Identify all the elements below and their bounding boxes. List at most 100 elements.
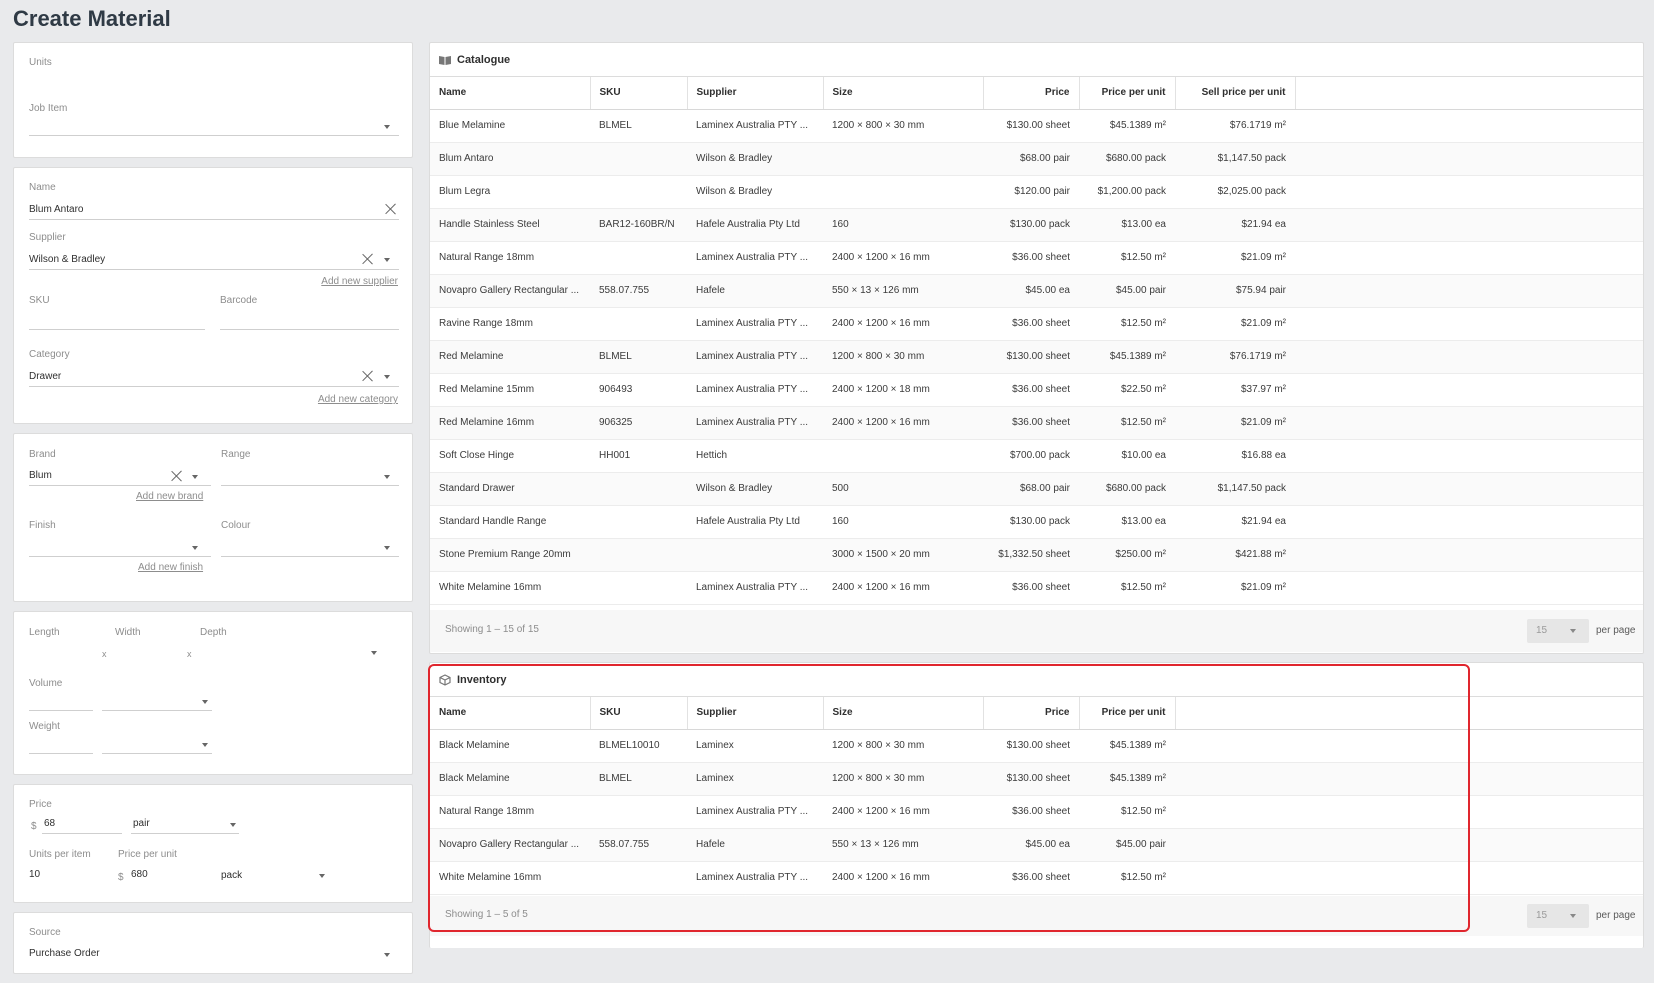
units-per-item-input[interactable]: 10: [29, 869, 40, 880]
table-row[interactable]: White Melamine 16mm Laminex Australia PTY…: [430, 571, 1643, 605]
column-header[interactable]: Size: [823, 77, 984, 110]
table-row[interactable]: Novapro Gallery Rectangular ... 558.07.75…: [430, 828, 1643, 862]
table-cell: Red Melamine: [430, 340, 590, 374]
table-cell: Blum Legra: [430, 175, 590, 209]
finish-select[interactable]: [29, 556, 211, 557]
job-item-select[interactable]: [29, 135, 399, 136]
table-cell: $13.00 ea: [1079, 208, 1175, 242]
table-row[interactable]: Soft Close Hinge HH001 Hettich $700.00 pack…: [430, 439, 1643, 473]
table-row[interactable]: Stone Premium Range 20mm 3000 × 1500 × 20…: [430, 538, 1643, 572]
name-input[interactable]: Blum Antaro: [29, 204, 83, 215]
clear-category-icon[interactable]: [362, 370, 374, 382]
range-select[interactable]: [221, 485, 399, 486]
column-header[interactable]: Sell price per unit: [1175, 77, 1296, 110]
table-cell: $75.94 pair: [1175, 274, 1295, 308]
category-select[interactable]: Drawer: [29, 371, 61, 382]
table-row[interactable]: Standard Handle Range Hafele Australia Pt…: [430, 505, 1643, 539]
table-cell: $680.00 pack: [1079, 472, 1175, 506]
per-page-select[interactable]: 15: [1527, 904, 1589, 928]
table-row[interactable]: Handle Stainless Steel BAR12-160BR/N Hafel…: [430, 208, 1643, 242]
table-cell: [823, 175, 983, 209]
column-header[interactable]: Price per unit: [1079, 77, 1176, 110]
chevron-down-icon[interactable]: [384, 953, 390, 957]
table-cell: Laminex Australia PTY ...: [687, 307, 823, 341]
volume-unit-select[interactable]: [102, 710, 212, 711]
column-header[interactable]: Supplier: [687, 77, 824, 110]
price-unit-select[interactable]: pair: [133, 818, 150, 829]
supplier-select[interactable]: Wilson & Bradley: [29, 254, 105, 265]
source-select[interactable]: Purchase Order: [29, 948, 100, 959]
table-row[interactable]: Blum Legra Wilson & Bradley $120.00 pair $1…: [430, 175, 1643, 209]
chevron-down-icon[interactable]: [192, 546, 198, 550]
table-cell: $21.94 ea: [1175, 208, 1295, 242]
table-row[interactable]: Novapro Gallery Rectangular ... 558.07.75…: [430, 274, 1643, 308]
table-cell-filler: [1295, 307, 1643, 341]
column-header[interactable]: SKU: [590, 697, 688, 730]
chevron-down-icon[interactable]: [384, 475, 390, 479]
chevron-down-icon[interactable]: [202, 743, 208, 747]
chevron-down-icon[interactable]: [192, 475, 198, 479]
source-label: Source: [29, 927, 61, 938]
clear-brand-icon[interactable]: [171, 470, 183, 482]
dimension-separator: x: [102, 649, 107, 659]
table-row[interactable]: Black Melamine BLMEL10010 Laminex 1200 × 80…: [430, 729, 1643, 763]
chevron-down-icon[interactable]: [384, 125, 390, 129]
table-cell: 3000 × 1500 × 20 mm: [823, 538, 983, 572]
clear-name-icon[interactable]: [385, 203, 397, 215]
column-header[interactable]: Name: [430, 697, 591, 730]
colour-select[interactable]: [221, 556, 399, 557]
box-icon: [439, 673, 451, 686]
brand-select[interactable]: Blum: [29, 470, 52, 481]
price-input[interactable]: 68: [44, 818, 55, 829]
table-row[interactable]: Red Melamine BLMEL Laminex Australia PTY .…: [430, 340, 1643, 374]
chevron-down-icon[interactable]: [319, 874, 325, 878]
sku-input[interactable]: [29, 329, 205, 330]
table-cell-filler: [1295, 340, 1643, 374]
column-header[interactable]: Supplier: [687, 697, 824, 730]
per-page-select[interactable]: 15: [1527, 619, 1589, 643]
table-row[interactable]: Ravine Range 18mm Laminex Australia PTY .…: [430, 307, 1643, 341]
table-cell-filler: [1175, 828, 1643, 862]
volume-input[interactable]: [29, 710, 93, 711]
add-supplier-link[interactable]: Add new supplier: [321, 276, 398, 287]
table-row[interactable]: Standard Drawer Wilson & Bradley 500 $68.00…: [430, 472, 1643, 506]
price-per-unit-unit-select[interactable]: pack: [221, 870, 242, 881]
column-header[interactable]: Name: [430, 77, 591, 110]
column-header[interactable]: SKU: [590, 77, 688, 110]
weight-unit-select[interactable]: [102, 753, 212, 754]
table-cell: $700.00 pack: [983, 439, 1079, 473]
add-brand-link[interactable]: Add new brand: [136, 491, 203, 502]
column-header[interactable]: Size: [823, 697, 984, 730]
table-cell: HH001: [590, 439, 687, 473]
table-row[interactable]: Red Melamine 16mm 906325 Laminex Australia…: [430, 406, 1643, 440]
table-cell: 1200 × 800 × 30 mm: [823, 762, 983, 796]
price-per-unit-input[interactable]: 680: [131, 869, 148, 880]
table-row[interactable]: Black Melamine BLMEL Laminex 1200 × 800 × 3…: [430, 762, 1643, 796]
weight-input[interactable]: [29, 753, 93, 754]
chevron-down-icon[interactable]: [384, 258, 390, 262]
barcode-input[interactable]: [220, 329, 399, 330]
table-row[interactable]: Blum Antaro Wilson & Bradley $68.00 pair $6…: [430, 142, 1643, 176]
column-header[interactable]: Price: [983, 77, 1080, 110]
table-row[interactable]: Natural Range 18mm Laminex Australia PTY …: [430, 241, 1643, 275]
table-cell: [823, 142, 983, 176]
chevron-down-icon[interactable]: [371, 651, 377, 655]
add-finish-link[interactable]: Add new finish: [138, 562, 203, 573]
table-row[interactable]: Red Melamine 15mm 906493 Laminex Australia…: [430, 373, 1643, 407]
chevron-down-icon[interactable]: [202, 700, 208, 704]
add-category-link[interactable]: Add new category: [318, 394, 398, 405]
table-cell-filler: [1295, 208, 1643, 242]
chevron-down-icon[interactable]: [384, 375, 390, 379]
table-row[interactable]: White Melamine 16mm Laminex Australia PTY…: [430, 861, 1643, 895]
table-cell: $45.1389 m²: [1079, 109, 1175, 143]
clear-supplier-icon[interactable]: [362, 253, 374, 265]
table-row[interactable]: Natural Range 18mm Laminex Australia PTY …: [430, 795, 1643, 829]
column-header[interactable]: Price per unit: [1079, 697, 1176, 730]
table-cell: $250.00 m²: [1079, 538, 1175, 572]
table-cell: [590, 538, 687, 572]
table-row[interactable]: Blue Melamine BLMEL Laminex Australia PTY …: [430, 109, 1643, 143]
chevron-down-icon[interactable]: [230, 823, 236, 827]
table-cell: 2400 × 1200 × 16 mm: [823, 307, 983, 341]
chevron-down-icon[interactable]: [384, 546, 390, 550]
column-header[interactable]: Price: [983, 697, 1080, 730]
